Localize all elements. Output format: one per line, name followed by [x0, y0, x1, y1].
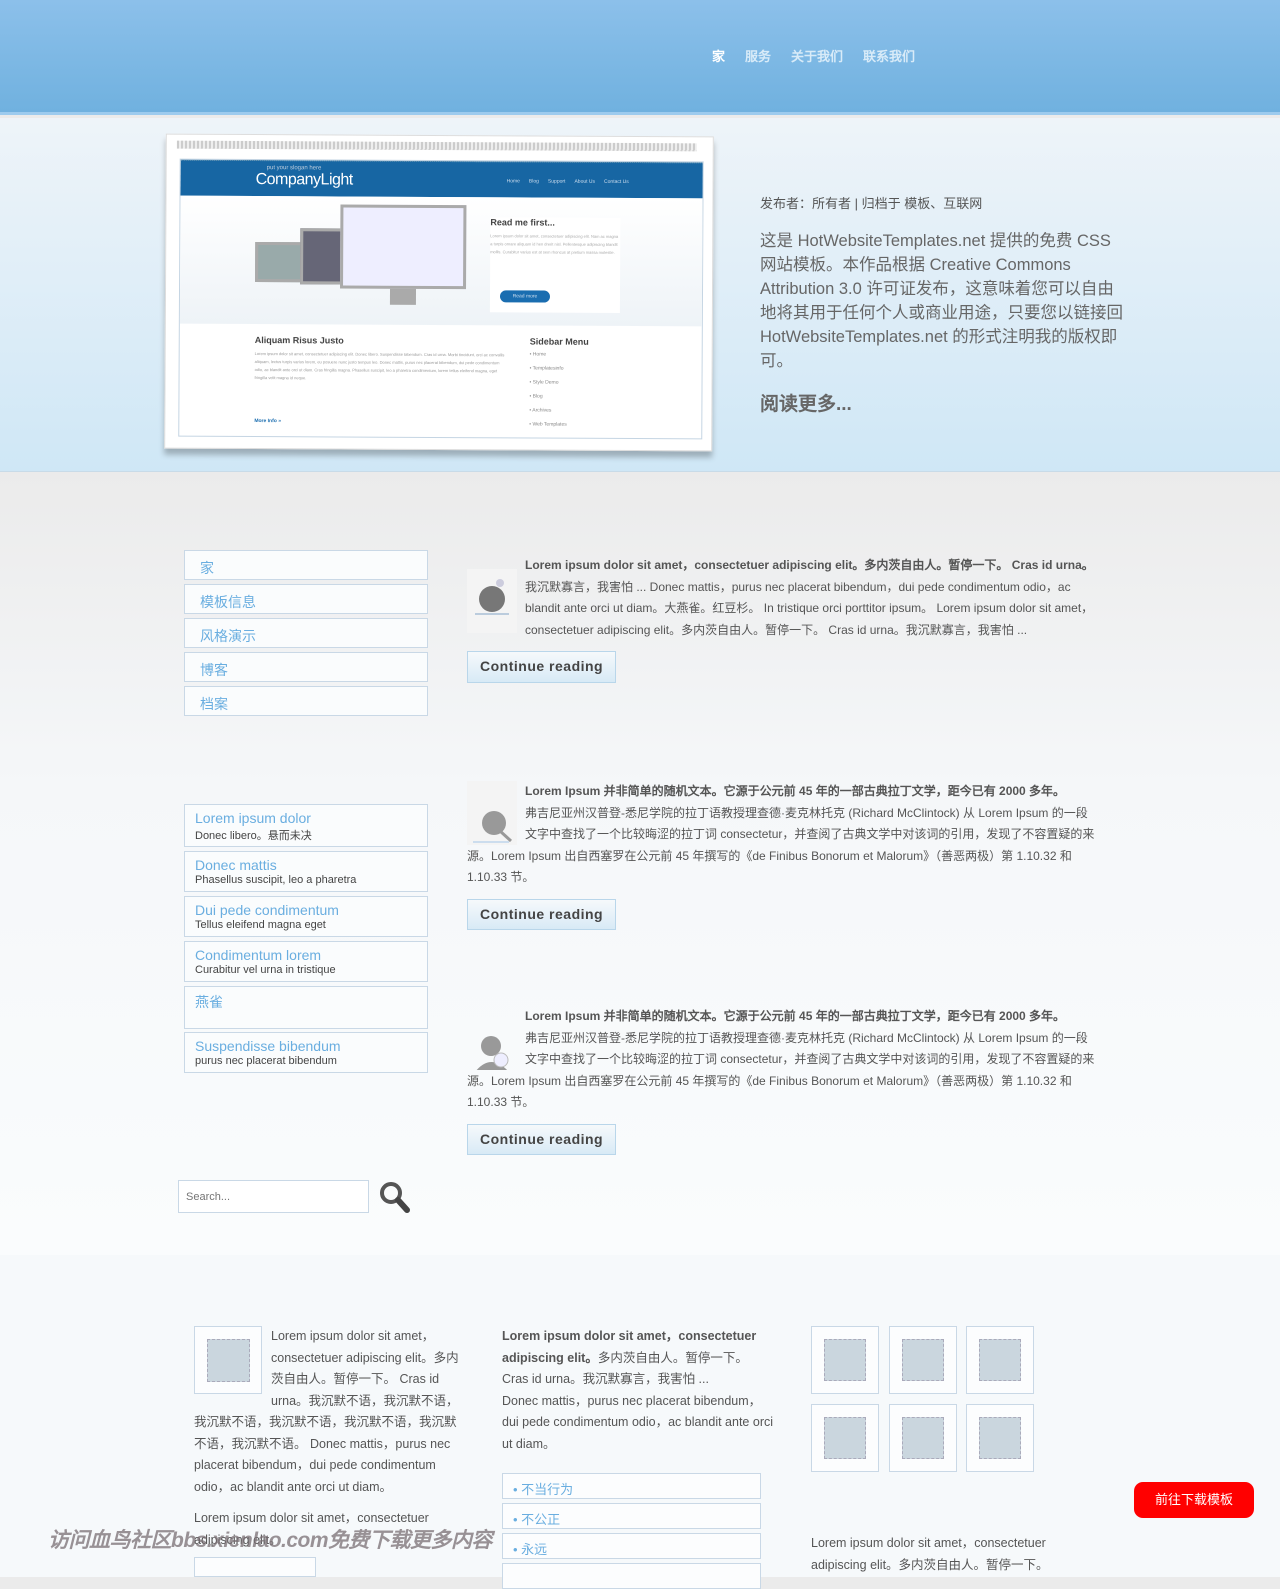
preview-page: put your slogan here CompanyLight Home B…	[178, 158, 704, 440]
sidebar-link-sub: Curabitur vel urna in tristique	[195, 964, 336, 976]
gallery-thumbnail[interactable]	[966, 1404, 1034, 1472]
gallery-thumbnail[interactable]	[966, 1326, 1034, 1394]
blog-post: Lorem Ipsum 并非简单的随机文本。它源于公元前 45 年的一部古典拉丁…	[467, 1006, 1097, 1155]
user-search-icon	[467, 1006, 517, 1072]
post-meta: 发布者：所有者 | 归档于 模板、互联网	[760, 196, 983, 211]
nav-services[interactable]: 服务	[745, 46, 771, 65]
site-header: 家 服务 关于我们 联系我们	[0, 0, 1280, 115]
footer-link[interactable]: • 不当行为	[502, 1473, 761, 1499]
monitor-stand	[389, 288, 417, 305]
blog-post: Lorem ipsum dolor sit amet，consectetuer …	[467, 555, 1097, 683]
monitor-illustration	[340, 204, 467, 290]
nav-home[interactable]: 家	[712, 46, 725, 65]
sidebar-link-title: Donec mattis	[195, 857, 277, 873]
preview-nav-item: Blog	[528, 178, 539, 185]
preview-banner: Read me first... Lorem ipsum dolor sit a…	[179, 195, 704, 327]
download-template-button[interactable]: 前往下载模板	[1134, 1482, 1254, 1518]
sidebar-link[interactable]: Condimentum lorem Curabitur vel urna in t…	[184, 941, 428, 982]
sidebar-link-title: Dui pede condimentum	[195, 902, 339, 918]
gallery-thumbnail[interactable]	[811, 1326, 879, 1394]
preview-sidebar-item: • Archives	[529, 407, 552, 414]
gallery-thumbnail[interactable]	[889, 1326, 957, 1394]
sidebar-link[interactable]: Suspendisse bibendum purus nec placerat b…	[184, 1032, 428, 1073]
preview-sidebar-item: • Blog	[529, 393, 543, 400]
watermark: 访问血鸟社区bbs.xienlao.com免费下载更多内容	[48, 1529, 493, 1552]
search-input[interactable]	[178, 1180, 369, 1213]
footer-link[interactable]: • 不公正	[502, 1503, 761, 1529]
monitor-illustration	[255, 242, 304, 283]
sidebar-link-title: 燕雀	[195, 994, 223, 1010]
sidebar-link-sub: purus nec placerat bibendum	[195, 1055, 337, 1067]
sidebar-item-blog[interactable]: 博客	[184, 652, 428, 682]
preview-nav-item: Support	[547, 178, 566, 185]
sidebar-link[interactable]: Dui pede condimentum Tellus eleifend magn…	[184, 896, 428, 937]
image-placeholder	[194, 1326, 262, 1394]
preview-nav: Home Blog Support About Us Contact Us	[507, 178, 629, 185]
preview-sidebar-item: • Web Templates	[529, 421, 567, 428]
continue-reading-button[interactable]: Continue reading	[467, 651, 617, 683]
main-nav: 家 服务 关于我们 联系我们	[712, 46, 915, 65]
preview-nav-item: About Us	[574, 178, 596, 185]
footer-text: Donec mattis，purus nec placerat bibendum…	[502, 1393, 774, 1451]
post-lead: Lorem Ipsum 并非简单的随机文本。它源于公元前 45 年的一部古典拉丁…	[525, 784, 1066, 798]
sidebar-item-template-info[interactable]: 模板信息	[184, 584, 428, 614]
sidebar-link-sub: Phasellus suscipit, leo a pharetra	[195, 874, 357, 886]
sidebar-item-style-demo[interactable]: 风格演示	[184, 618, 428, 648]
post-lead: Lorem ipsum dolor sit amet，consectetuer …	[525, 558, 1094, 572]
continue-reading-button[interactable]: Continue reading	[467, 1123, 617, 1155]
preview-read-text: Lorem ipsum dolor sit amet, consectetuer…	[490, 233, 619, 255]
preview-stack-edge	[176, 140, 697, 152]
hero-intro: 这是 HotWebsiteTemplates.net 提供的免费 CSS 网站模…	[760, 232, 1123, 370]
footer-link[interactable]	[502, 1563, 761, 1589]
sidebar-link[interactable]: 燕雀	[184, 986, 428, 1029]
read-more-link[interactable]: 阅读更多...	[760, 389, 852, 416]
preview-nav-item: Home	[506, 178, 520, 185]
blog-post: Lorem Ipsum 并非简单的随机文本。它源于公元前 45 年的一部古典拉丁…	[467, 781, 1097, 930]
preview-sidebar-item: • Home	[529, 351, 547, 358]
preview-content-text: Lorem ipsum dolor sit amet, consectetuer…	[254, 351, 505, 381]
preview-read-title: Read me first...	[490, 217, 555, 228]
preview-read-button: Read more	[499, 290, 551, 303]
nav-contact[interactable]: 联系我们	[863, 46, 915, 65]
post-body: 弗吉尼亚州汉普登-悉尼学院的拉丁语教授理查德·麦克林托克 (Richard Mc…	[467, 805, 1095, 885]
sidebar-link[interactable]: Lorem ipsum dolor Donec libero。悬而未决	[184, 804, 428, 847]
post-lead: Lorem Ipsum 并非简单的随机文本。它源于公元前 45 年的一部古典拉丁…	[525, 1009, 1066, 1023]
preview-sidebar-item: • Templatesinfo	[529, 365, 564, 372]
post-body: 弗吉尼亚州汉普登-悉尼学院的拉丁语教授理查德·麦克林托克 (Richard Mc…	[467, 1030, 1095, 1110]
sidebar-link[interactable]: Donec mattis Phasellus suscipit, leo a ph…	[184, 851, 428, 892]
sidebar-link-title: Lorem ipsum dolor	[195, 810, 311, 826]
image-placeholder	[194, 1557, 316, 1577]
preview-sidebar-menu: • Home • Templatesinfo • Style Demo • Bl…	[529, 351, 567, 435]
continue-reading-button[interactable]: Continue reading	[467, 898, 617, 930]
footer-text: Lorem ipsum dolor sit amet，consectetuer …	[811, 1536, 1049, 1572]
preview-sidebar-item: • Style Demo	[529, 379, 559, 386]
preview-content-title: Aliquam Risus Justo	[254, 335, 344, 346]
sidebar-link-sub: Donec libero。悬而未决	[195, 830, 312, 842]
gallery-thumbnail[interactable]	[811, 1404, 879, 1472]
nav-about[interactable]: 关于我们	[791, 46, 843, 65]
preview-more-info: More Info »	[254, 418, 282, 425]
sidebar-link-title: Condimentum lorem	[195, 947, 322, 963]
sidebar-link-title: Suspendisse bibendum	[195, 1038, 341, 1054]
ping-pong-icon	[467, 781, 517, 845]
footer-col-2: Lorem ipsum dolor sit amet，consectetuer …	[502, 1326, 774, 1455]
template-preview-image: put your slogan here CompanyLight Home B…	[164, 133, 714, 452]
footer-link[interactable]: • 永远	[502, 1533, 761, 1559]
bowling-icon	[467, 569, 517, 633]
sidebar-link-sub: Tellus eleifend magna eget	[195, 919, 326, 931]
sidebar-item-archives[interactable]: 档案	[184, 686, 428, 716]
gallery-thumbnail[interactable]	[889, 1404, 957, 1472]
post-body: 我沉默寡言，我害怕 ... Donec mattis，purus nec pla…	[525, 579, 1094, 637]
preview-sidebar-title: Sidebar Menu	[529, 336, 589, 347]
preview-logo: CompanyLight	[255, 171, 353, 189]
sidebar-item-home[interactable]: 家	[184, 550, 428, 580]
search-icon[interactable]	[378, 1180, 410, 1214]
preview-nav-item: Contact Us	[604, 178, 629, 185]
preview-header: put your slogan here CompanyLight Home B…	[180, 159, 704, 199]
